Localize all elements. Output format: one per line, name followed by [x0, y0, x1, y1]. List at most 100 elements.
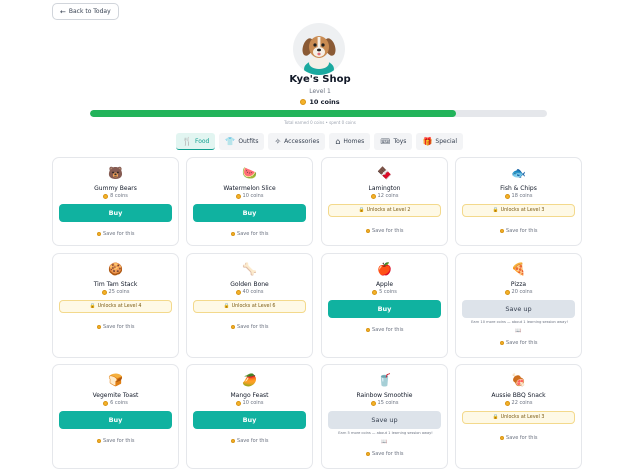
- lock-icon: 🔒: [358, 208, 365, 213]
- tab-label: Homes: [343, 138, 365, 145]
- ticket-icon: 🎟: [380, 137, 391, 146]
- save-for-this-link[interactable]: Save for this: [322, 327, 447, 333]
- save-for-this-link[interactable]: Save for this: [322, 451, 447, 457]
- item-card: 🐟 Fish & Chips 18 coins 🔒 Unlocks at Level 3…: [455, 157, 582, 246]
- item-name: Mango Feast: [230, 392, 269, 399]
- save-for-this-link[interactable]: Save for this: [53, 324, 178, 330]
- item-icon: 🍎: [377, 262, 392, 276]
- locked-badge: 🔒 Unlocks at Level 3: [462, 204, 575, 217]
- tab-label: Toys: [393, 138, 407, 145]
- item-card: 🦴 Golden Bone 40 coins 🔒 Unlocks at Level 6 S…: [186, 253, 313, 358]
- item-card: 🥭 Mango Feast 10 coins Buy Save for this: [186, 364, 313, 469]
- item-name: Fish & Chips: [500, 185, 537, 192]
- lock-text: Unlocks at Level 2: [366, 208, 411, 213]
- save-for-this-link[interactable]: Save for this: [53, 438, 178, 444]
- item-card: 🐻 Gummy Bears 8 coins Buy Save for this: [52, 157, 179, 246]
- item-price: 8 coins: [53, 193, 178, 199]
- save-up-button[interactable]: Save up: [462, 300, 575, 318]
- save-for-this-link[interactable]: Save for this: [456, 435, 581, 441]
- fork-knife-icon: 🍴: [182, 136, 192, 146]
- level-label: Level 1: [309, 88, 331, 95]
- item-card: 🍞 Vegemite Toast 6 coins Buy Save for this: [52, 364, 179, 469]
- coin-icon: [504, 193, 510, 199]
- lock-text: Unlocks at Level 6: [231, 304, 276, 309]
- item-name: Aussie BBQ Snack: [491, 392, 546, 399]
- save-for-this-label: Save for this: [372, 327, 404, 333]
- save-for-this-label: Save for this: [237, 324, 269, 330]
- coin-icon: [103, 193, 109, 199]
- coin-icon: [370, 400, 376, 406]
- save-for-this-label: Save for this: [506, 340, 538, 346]
- locked-badge: 🔒 Unlocks at Level 3: [462, 411, 575, 424]
- tab-food[interactable]: 🍴 Food: [176, 133, 216, 150]
- tab-toys[interactable]: 🎟 Toys: [374, 133, 413, 150]
- coin-icon: [230, 324, 236, 330]
- buy-button[interactable]: Buy: [59, 411, 172, 429]
- arrow-left-icon: ←: [60, 7, 66, 16]
- category-tabs: 🍴 Food 👕 Outfits ✧ Accessories ⌂ Homes 🎟 Toys 🎁 Spe…: [176, 133, 464, 150]
- item-name: Gummy Bears: [94, 185, 137, 192]
- item-name: Apple: [375, 281, 394, 288]
- coin-icon: [499, 228, 505, 234]
- coin-balance: 10 coins: [0, 98, 640, 106]
- level-progress-bar: [90, 110, 547, 117]
- coin-icon: [103, 400, 109, 406]
- item-price-value: 6 coins: [110, 400, 128, 406]
- item-icon: 🐟: [511, 166, 526, 180]
- save-for-this-link[interactable]: Save for this: [53, 231, 178, 237]
- coin-icon: [365, 327, 371, 333]
- item-icon: 🍉: [242, 166, 257, 180]
- save-up-button[interactable]: Save up: [328, 411, 441, 429]
- item-card: 🍖 Aussie BBQ Snack 22 coins 🔒 Unlocks at Lev…: [455, 364, 582, 469]
- item-price: 20 coins: [456, 289, 581, 295]
- save-for-this-label: Save for this: [506, 435, 538, 441]
- item-card: 🍪 Tim Tam Stack 25 coins 🔒 Unlocks at Level …: [52, 253, 179, 358]
- sparkle-icon: ✧: [274, 137, 282, 146]
- coin-icon: [499, 340, 505, 346]
- tab-special[interactable]: 🎁 Special: [416, 133, 464, 150]
- save-for-this-link[interactable]: Save for this: [456, 228, 581, 234]
- tab-label: Outfits: [238, 138, 259, 145]
- item-card: 🥤 Rainbow Smoothie 15 coins Save up Earn 5 m…: [321, 364, 448, 469]
- coin-icon: [370, 193, 376, 199]
- coin-icon: [300, 99, 307, 105]
- item-price-value: 10 coins: [242, 400, 264, 406]
- item-name: Golden Bone: [230, 281, 269, 288]
- tab-outfits[interactable]: 👕 Outfits: [219, 133, 265, 150]
- item-icon: 🐻: [108, 166, 123, 180]
- item-price-value: 20 coins: [511, 289, 533, 295]
- item-price-value: 8 coins: [110, 193, 128, 199]
- item-name: Vegemite Toast: [92, 392, 139, 399]
- save-for-this-label: Save for this: [372, 228, 404, 234]
- item-name: Lamington: [368, 185, 401, 192]
- book-icon: 📖: [381, 439, 388, 445]
- item-price-value: 10 coins: [242, 193, 264, 199]
- buy-button[interactable]: Buy: [193, 411, 306, 429]
- coin-icon: [230, 438, 236, 444]
- tab-homes[interactable]: ⌂ Homes: [329, 133, 371, 150]
- item-icon: 🍪: [108, 262, 123, 276]
- item-price: 40 coins: [187, 289, 312, 295]
- save-for-this-label: Save for this: [237, 231, 269, 237]
- save-for-this-link[interactable]: Save for this: [187, 438, 312, 444]
- back-to-today-button[interactable]: ← Back to Today: [52, 3, 119, 20]
- item-price: 6 coins: [53, 400, 178, 406]
- locked-badge: 🔒 Unlocks at Level 2: [328, 204, 441, 217]
- save-for-this-link[interactable]: Save for this: [187, 324, 312, 330]
- item-price-value: 5 coins: [379, 289, 397, 295]
- save-for-this-link[interactable]: Save for this: [187, 231, 312, 237]
- earn-note: Earn 10 more coins — about 1 learning se…: [471, 320, 568, 324]
- coin-icon: [504, 289, 510, 295]
- item-price-value: 25 coins: [108, 289, 130, 295]
- book-icon: 📖: [515, 328, 522, 334]
- tab-accessories[interactable]: ✧ Accessories: [268, 133, 326, 150]
- buy-button[interactable]: Buy: [193, 204, 306, 222]
- save-for-this-link[interactable]: Save for this: [456, 340, 581, 346]
- item-card: 🍕 Pizza 20 coins Save up Earn 10 more coins …: [455, 253, 582, 358]
- save-for-this-link[interactable]: Save for this: [322, 228, 447, 234]
- buy-button[interactable]: Buy: [328, 300, 441, 318]
- lock-icon: 🔒: [223, 304, 230, 309]
- buy-button[interactable]: Buy: [59, 204, 172, 222]
- item-price: 22 coins: [456, 400, 581, 406]
- shop-title: Kye's Shop: [289, 74, 351, 85]
